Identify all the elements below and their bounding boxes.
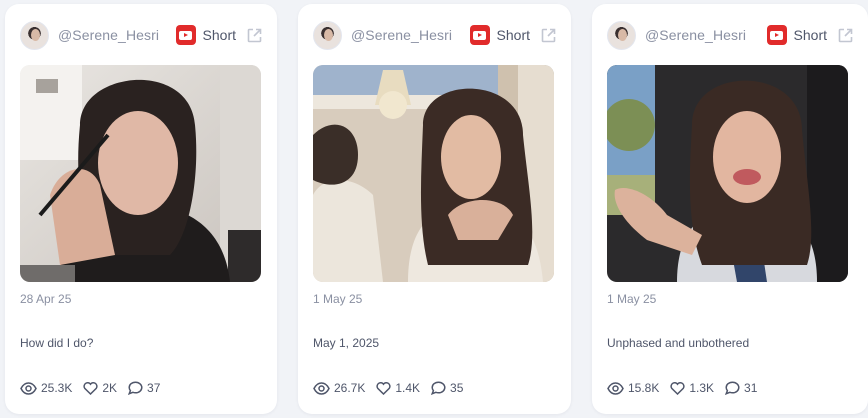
avatar[interactable] [607, 20, 636, 50]
avatar[interactable] [20, 20, 49, 50]
youtube-icon [469, 25, 490, 45]
comment-icon [431, 381, 446, 395]
likes-count: 1.3K [689, 381, 715, 395]
author-handle[interactable]: @Serene_Hesri [645, 27, 746, 43]
likes-stat: 1.3K [670, 381, 714, 395]
likes-count: 2K [102, 381, 118, 395]
comment-icon [725, 381, 740, 395]
avatar[interactable] [313, 20, 342, 50]
post-card[interactable]: @Serene_Hesri Short 28 Apr 25 How did I … [5, 4, 277, 414]
post-card[interactable]: @Serene_Hesri Short 1 May 25 Unphased an… [592, 4, 868, 414]
post-type-label: Short [496, 27, 530, 43]
comments-count: 37 [147, 381, 161, 395]
comment-icon [128, 381, 143, 395]
post-caption: How did I do? [20, 336, 94, 350]
eye-icon [607, 381, 624, 395]
views-stat: 15.8K [607, 381, 659, 395]
comments-stat: 37 [128, 381, 160, 395]
heart-icon [670, 381, 685, 395]
comments-count: 35 [450, 381, 464, 395]
views-stat: 25.3K [20, 381, 72, 395]
heart-icon [83, 381, 98, 395]
author-handle[interactable]: @Serene_Hesri [351, 27, 452, 43]
post-caption: May 1, 2025 [313, 336, 380, 350]
post-caption: Unphased and unbothered [607, 336, 750, 350]
views-count: 25.3K [41, 381, 73, 395]
views-count: 15.8K [628, 381, 660, 395]
author-handle[interactable]: @Serene_Hesri [58, 27, 159, 43]
views-count: 26.7K [334, 381, 366, 395]
post-date: 1 May 25 [607, 292, 657, 306]
comments-stat: 31 [725, 381, 757, 395]
post-date: 28 Apr 25 [20, 292, 72, 306]
post-stats: 25.3K 2K 37 [20, 379, 171, 397]
likes-count: 1.4K [395, 381, 421, 395]
post-header: @Serene_Hesri Short [607, 20, 854, 50]
video-thumbnail[interactable] [313, 65, 554, 282]
external-link-icon[interactable] [837, 27, 854, 44]
post-header: @Serene_Hesri Short [20, 20, 263, 50]
youtube-icon [175, 25, 196, 45]
comments-stat: 35 [431, 381, 463, 395]
eye-icon [313, 381, 330, 395]
comments-count: 31 [744, 381, 758, 395]
external-link-icon[interactable] [540, 27, 557, 44]
likes-stat: 2K [83, 381, 117, 395]
post-stats: 26.7K 1.4K 35 [313, 379, 474, 397]
post-stats: 15.8K 1.3K 31 [607, 379, 768, 397]
views-stat: 26.7K [313, 381, 365, 395]
external-link-icon[interactable] [246, 27, 263, 44]
post-type-label: Short [202, 27, 236, 43]
post-date: 1 May 25 [313, 292, 363, 306]
post-header: @Serene_Hesri Short [313, 20, 557, 50]
post-type-label: Short [793, 27, 827, 43]
video-thumbnail[interactable] [607, 65, 848, 282]
eye-icon [20, 381, 37, 395]
heart-icon [376, 381, 391, 395]
post-card[interactable]: @Serene_Hesri Short 1 May 25 May 1, 2025… [298, 4, 571, 414]
youtube-icon [766, 25, 787, 45]
likes-stat: 1.4K [376, 381, 420, 395]
video-thumbnail[interactable] [20, 65, 261, 282]
